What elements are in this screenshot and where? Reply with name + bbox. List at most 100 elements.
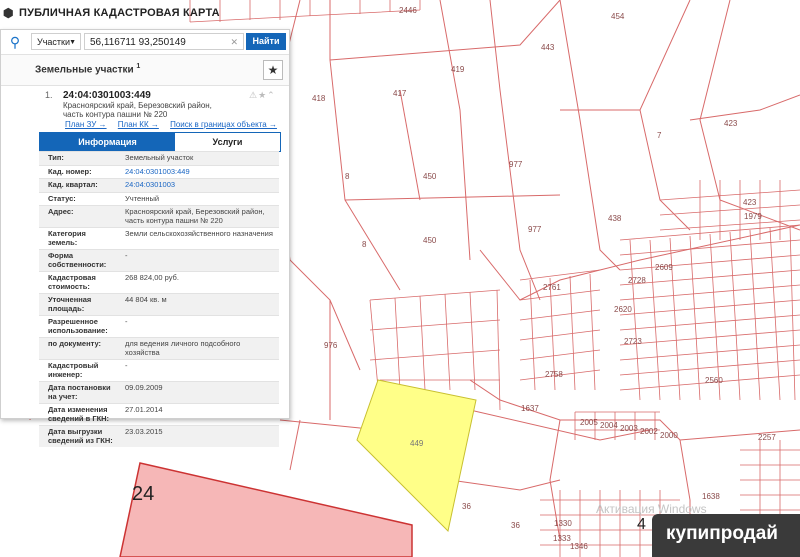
map-label: 2758 <box>545 370 563 379</box>
search-icon[interactable]: ⚲ <box>5 33 25 51</box>
map-label: 438 <box>608 214 622 223</box>
details-value: 268 824,00 руб. <box>125 273 179 282</box>
map-label: 8 <box>362 240 367 249</box>
details-key: Кад. квартал: <box>48 180 98 189</box>
details-value: для ведения личного подсобного хозяйства <box>125 339 241 357</box>
map-label: 2723 <box>624 337 642 346</box>
map-label: 419 <box>451 65 465 74</box>
details-key: Кад. номер: <box>48 166 92 176</box>
map-label: 977 <box>509 160 523 169</box>
details-key: Дата изменения сведений в ГКН: <box>48 405 110 423</box>
result-index: 1. <box>45 90 53 100</box>
info-tabs: Информация Услуги <box>39 132 281 152</box>
section-title: Земельные участки 1 <box>35 63 140 75</box>
map-label: 976 <box>324 341 338 350</box>
details-value: - <box>125 361 128 370</box>
brand-text: купипродай <box>666 523 778 544</box>
selected-parcel-label: 449 <box>410 439 424 448</box>
details-value[interactable]: 24:04:0301003 <box>117 179 279 192</box>
map-label: 2761 <box>543 283 561 292</box>
details-row: Дата выгрузки сведений из ГКН: 23.03.2015 <box>39 425 279 447</box>
details-row: Уточненная площадь: 44 804 кв. м <box>39 293 279 315</box>
map-label: 2609 <box>655 263 673 272</box>
star-icon[interactable]: ★ <box>258 90 267 100</box>
result-item: 1. 24:04:0301003:449 Красноярский край, … <box>1 85 289 447</box>
details-key: Кадастровая стоимость: <box>48 273 96 291</box>
map-label: 450 <box>423 236 437 245</box>
section-header: Земельные участки 1 ★ <box>1 54 289 86</box>
details-row: Тип: Земельный участок <box>39 151 279 165</box>
search-row: ⚲ Участки ▼ 56,116711 93,250149 ✕ Найти <box>1 30 289 54</box>
map-label: 423 <box>743 198 757 207</box>
map-label: 1333 <box>553 534 571 543</box>
details-row: Кад. номер: 24:04:0301003:449 <box>39 164 279 179</box>
clear-icon[interactable]: ✕ <box>230 34 238 51</box>
details-key: Категория земель: <box>48 229 86 247</box>
details-key: Адрес: <box>48 207 74 216</box>
details-row: Дата изменения сведений в ГКН: 27.01.2014 <box>39 403 279 425</box>
details-value: 09.09.2009 <box>125 383 163 392</box>
details-key: Дата постановки на учет: <box>48 383 111 401</box>
favorite-star-button[interactable]: ★ <box>263 60 283 80</box>
result-count: 1 <box>136 63 141 70</box>
parcel-24-label: 24 <box>132 483 155 505</box>
details-row: Кадастровая стоимость: 268 824,00 руб. <box>39 271 279 293</box>
details-row: по документу: для ведения личного подсобн… <box>39 337 279 359</box>
details-value: - <box>125 317 128 326</box>
details-row: Дата постановки на учет: 09.09.2009 <box>39 381 279 403</box>
plan-kk-link[interactable]: План КК → <box>118 120 159 129</box>
map-label: 2257 <box>758 433 776 442</box>
kupiprodai-logo: купипродай <box>652 514 800 557</box>
map-label: 8 <box>345 172 350 181</box>
map-label: 977 <box>528 225 542 234</box>
app-title: ПУБЛИЧНАЯ КАДАСТРОВАЯ КАРТА <box>19 7 220 19</box>
plan-zu-link[interactable]: План ЗУ → <box>65 120 107 129</box>
details-value: Красноярский край, Березовский район, ча… <box>125 207 265 225</box>
result-cadastral-id[interactable]: 24:04:0301003:449 <box>63 90 151 101</box>
map-label: 2620 <box>614 305 632 314</box>
map-label: 2728 <box>628 276 646 285</box>
result-links: План ЗУ → План КК → Поиск в границах объ… <box>65 120 286 129</box>
details-value: 44 804 кв. м <box>125 295 167 304</box>
search-panel: ⚲ Участки ▼ 56,116711 93,250149 ✕ Найти … <box>0 29 290 447</box>
chevron-down-icon: ▼ <box>69 39 76 46</box>
details-value[interactable]: 24:04:0301003:449 <box>117 166 279 179</box>
details-row: Адрес: Красноярский край, Березовский рай… <box>39 205 279 227</box>
map-label: 1979 <box>744 212 762 221</box>
map-label: 423 <box>724 119 738 128</box>
search-type-value: Участки <box>37 37 70 47</box>
map-label: 454 <box>611 12 625 21</box>
tab-information[interactable]: Информация <box>40 133 175 151</box>
map-label: 418 <box>312 94 326 103</box>
details-key: Дата выгрузки сведений из ГКН: <box>48 427 113 445</box>
search-in-bounds-link[interactable]: Поиск в границах объекта → <box>170 120 277 129</box>
details-value: Учтенный <box>125 193 160 203</box>
map-label: 2005 <box>580 418 598 427</box>
details-row: Категория земель: Земли сельскохозяйствен… <box>39 227 279 249</box>
map-label: 2003 <box>620 424 638 433</box>
result-address: Красноярский край, Березовский район, ча… <box>63 101 212 119</box>
details-key: Форма собственности: <box>48 251 107 269</box>
search-query-text: 56,116711 93,250149 <box>90 37 186 48</box>
map-label: 1330 <box>554 519 572 528</box>
map-label: 2002 <box>640 427 658 436</box>
warning-icon[interactable]: ⚠ <box>249 90 258 100</box>
result-actions: ⚠★⌃ <box>249 90 276 101</box>
quarter-4-label: 4 <box>637 516 646 533</box>
app-header: ⬢ ПУБЛИЧНАЯ КАДАСТРОВАЯ КАРТА <box>0 0 220 26</box>
details-row: Разрешенное использование: - <box>39 315 279 337</box>
details-key: Уточненная площадь: <box>48 295 92 313</box>
find-button[interactable]: Найти <box>246 33 286 50</box>
search-type-select[interactable]: Участки ▼ <box>31 33 81 50</box>
details-value: - <box>125 251 128 260</box>
details-table: Тип: Земельный участок Кад. номер: 24:04:03… <box>39 151 279 447</box>
map-label: 1638 <box>702 492 720 501</box>
details-key: Тип: <box>48 153 64 162</box>
map-label: 417 <box>393 89 407 98</box>
search-input[interactable]: 56,116711 93,250149 ✕ <box>84 33 244 50</box>
details-value: Земли сельскохозяйственного назначения <box>125 229 273 238</box>
details-row: Статус: Учтенный <box>39 191 279 206</box>
collapse-icon[interactable]: ⌃ <box>267 90 276 100</box>
details-key: Статус: <box>48 193 76 203</box>
tab-services[interactable]: Услуги <box>175 133 280 151</box>
